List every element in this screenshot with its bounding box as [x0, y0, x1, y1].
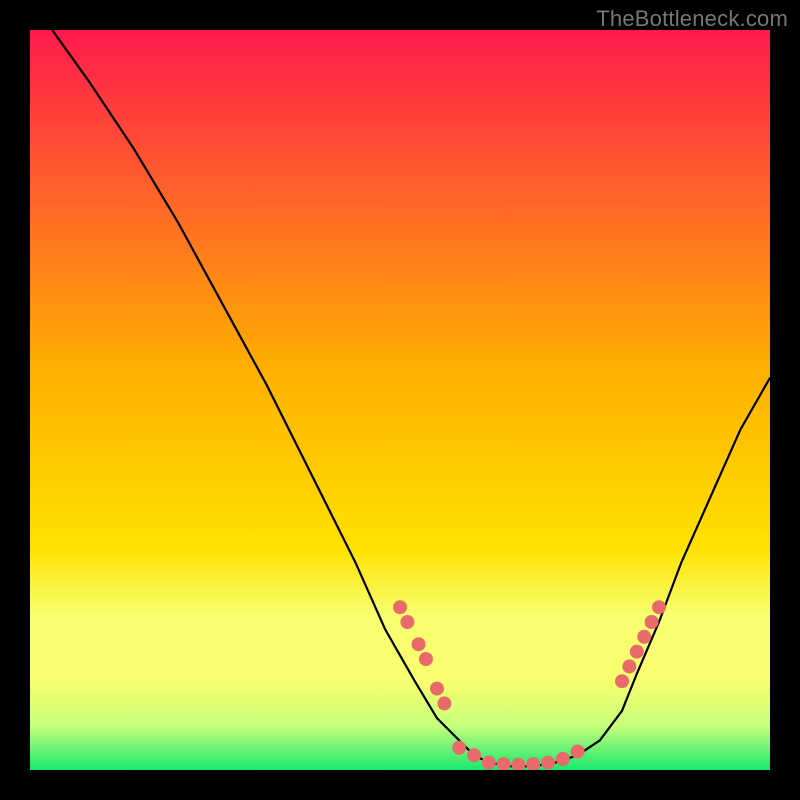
watermark-text: TheBottleneck.com [596, 6, 788, 32]
data-point [637, 630, 651, 644]
data-point [412, 637, 426, 651]
data-point [482, 756, 496, 770]
chart-svg [30, 30, 770, 770]
data-point [419, 652, 433, 666]
data-point [622, 659, 636, 673]
data-point [437, 696, 451, 710]
data-point [571, 745, 585, 759]
data-point [393, 600, 407, 614]
data-point [645, 615, 659, 629]
data-point [430, 682, 444, 696]
data-point [556, 752, 570, 766]
data-point [452, 741, 466, 755]
data-point [541, 756, 555, 770]
chart-frame [30, 30, 770, 770]
data-point [467, 748, 481, 762]
data-point [615, 674, 629, 688]
data-point [630, 645, 644, 659]
gradient-background [30, 30, 770, 770]
data-point [652, 600, 666, 614]
data-point [400, 615, 414, 629]
